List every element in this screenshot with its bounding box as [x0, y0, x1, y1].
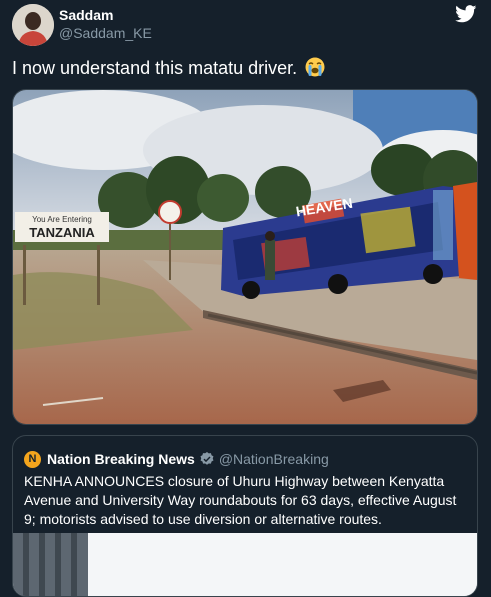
- quoted-tweet[interactable]: N Nation Breaking News @NationBreaking K…: [12, 435, 478, 597]
- quoted-tweet-media[interactable]: [13, 533, 477, 596]
- verified-badge-icon: [200, 452, 214, 465]
- quoted-tweet-handle[interactable]: @NationBreaking: [219, 451, 329, 467]
- quoted-tweet-media-image: [13, 533, 477, 596]
- author-handle[interactable]: @Saddam_KE: [59, 25, 152, 41]
- twitter-bird-icon[interactable]: [455, 5, 477, 23]
- tweet-photo[interactable]: You Are Entering TANZANIA HEAVEN: [12, 89, 478, 425]
- quoted-tweet-avatar-letter: N: [28, 453, 37, 465]
- author-display-name[interactable]: Saddam: [59, 7, 113, 23]
- sign-top-text: You Are Entering: [32, 215, 92, 224]
- sign-main-text: TANZANIA: [29, 225, 95, 240]
- quoted-tweet-avatar[interactable]: N: [24, 450, 41, 468]
- quoted-tweet-text: KENHA ANNOUNCES closure of Uhuru Highway…: [24, 473, 457, 527]
- loudly-crying-face-emoji: [305, 57, 325, 77]
- avatar[interactable]: [12, 4, 54, 46]
- quoted-tweet-name[interactable]: Nation Breaking News: [47, 451, 195, 467]
- tweet-text: I now understand this matatu driver.: [12, 58, 298, 78]
- tweet-photo-scene: You Are Entering TANZANIA HEAVEN: [13, 90, 477, 424]
